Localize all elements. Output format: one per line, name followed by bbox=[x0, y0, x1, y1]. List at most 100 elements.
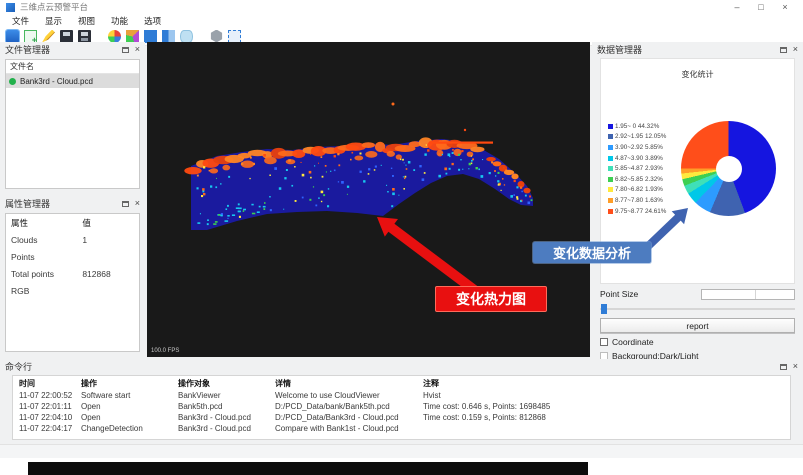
command-log-table: 时间操作操作对象详情注释11-07 22:00:52Software start… bbox=[12, 375, 791, 440]
command-log-row[interactable]: 11-07 22:04:10OpenBank3rd - Cloud.pcdD:/… bbox=[13, 412, 790, 423]
file-manager-title: 文件管理器 bbox=[5, 43, 50, 56]
legend-swatch bbox=[608, 145, 613, 150]
cube-split-icon[interactable] bbox=[162, 30, 175, 43]
command-cell: BankViewer bbox=[178, 391, 275, 400]
dock-close-icon[interactable]: × bbox=[135, 45, 140, 54]
property-column-header: 值 bbox=[82, 217, 134, 229]
command-cell: ChangeDetection bbox=[81, 424, 178, 433]
checkbox-box[interactable] bbox=[600, 338, 608, 346]
snapshot-all-icon[interactable] bbox=[78, 30, 91, 43]
property-cell: Total points bbox=[11, 269, 82, 279]
close-button[interactable]: × bbox=[773, 0, 797, 14]
slider-handle[interactable] bbox=[601, 304, 607, 314]
command-log-row[interactable]: 11-07 22:01:11OpenBank5th.pcdD:/PCD_Data… bbox=[13, 401, 790, 412]
property-cell: 812868 bbox=[82, 269, 134, 279]
legend-swatch bbox=[608, 156, 613, 161]
command-cell: 11-07 22:04:17 bbox=[19, 424, 81, 433]
command-header-row: 时间操作操作对象详情注释 bbox=[13, 376, 790, 390]
bounding-box-icon[interactable] bbox=[228, 30, 241, 43]
point-size-label: Point Size bbox=[600, 289, 638, 299]
open-cloud-icon[interactable] bbox=[6, 30, 19, 43]
menu-item-1[interactable]: 文件 bbox=[4, 15, 37, 27]
command-column-header: 注释 bbox=[423, 378, 790, 389]
property-row: Clouds1 bbox=[6, 231, 139, 248]
menu-item-5[interactable]: 选项 bbox=[136, 15, 169, 27]
cylinder-icon[interactable] bbox=[180, 30, 193, 43]
window-bottom-strip bbox=[0, 444, 803, 458]
command-cell: D:/PCD_Data/Bank3rd - Cloud.pcd bbox=[275, 413, 423, 422]
property-manager-header: 属性管理器 × bbox=[0, 196, 145, 211]
command-cell: Hvist bbox=[423, 391, 790, 400]
legend-item: 5.85~4.87 2.93% bbox=[608, 163, 666, 174]
command-cell: D:/PCD_Data/bank/Bank5th.pcd bbox=[275, 402, 423, 411]
legend-swatch bbox=[608, 209, 613, 214]
command-cell: 11-07 22:00:52 bbox=[19, 391, 81, 400]
file-item-label: Bank3rd - Cloud.pcd bbox=[20, 77, 93, 86]
command-column-header: 操作 bbox=[81, 378, 178, 389]
file-list: Bank3rd - Cloud.pcd bbox=[6, 74, 139, 88]
checkbox-coordinate[interactable]: Coordinate bbox=[600, 336, 654, 347]
command-log-row[interactable]: 11-07 22:00:52Software startBankViewerWe… bbox=[13, 390, 790, 401]
screenshot-root: 三维点云预警平台 – □ × 文件显示视图功能选项 文件管理器 × 文件名 Ba… bbox=[0, 0, 803, 475]
file-tree-column-header: 文件名 bbox=[6, 60, 139, 74]
dock-float-icon[interactable] bbox=[122, 201, 129, 207]
command-line-header: 命令行 × bbox=[0, 359, 803, 374]
legend-label: 3.90~2.92 5.85% bbox=[615, 144, 663, 151]
command-cell: Bank5th.pcd bbox=[178, 402, 275, 411]
dock-close-icon[interactable]: × bbox=[793, 45, 798, 54]
report-button[interactable]: report bbox=[600, 318, 795, 333]
color-render-icon[interactable] bbox=[108, 30, 121, 43]
dock-float-icon[interactable] bbox=[122, 47, 129, 53]
property-row: Total points812868 bbox=[6, 265, 139, 282]
command-cell: Open bbox=[81, 413, 178, 422]
legend-label: 2.92~1.95 12.05% bbox=[615, 133, 666, 140]
minimize-button[interactable]: – bbox=[725, 0, 749, 14]
command-column-header: 详情 bbox=[275, 378, 423, 389]
snapshot-icon[interactable] bbox=[60, 30, 73, 43]
file-manager-header: 文件管理器 × bbox=[0, 42, 145, 57]
window-title: 三维点云预警平台 bbox=[20, 1, 88, 13]
dock-close-icon[interactable]: × bbox=[793, 362, 798, 371]
property-table: 属性值Clouds1PointsTotal points812868RGB bbox=[5, 213, 140, 352]
point-size-row: Point Size bbox=[600, 288, 795, 300]
property-row: Points bbox=[6, 248, 139, 265]
command-cell: Time cost: 0.646 s, Points: 1698485 bbox=[423, 402, 790, 411]
mesh-icon[interactable] bbox=[210, 30, 223, 43]
property-manager-panel: 属性管理器 × 属性值Clouds1PointsTotal points8128… bbox=[0, 196, 145, 357]
legend-item: 1.95~ 0 44.32% bbox=[608, 121, 666, 132]
property-row: RGB bbox=[6, 282, 139, 299]
point-size-spinbox[interactable] bbox=[701, 289, 795, 300]
command-cell: Software start bbox=[81, 391, 178, 400]
dock-float-icon[interactable] bbox=[780, 47, 787, 53]
command-line-panel: 命令行 × 时间操作操作对象详情注释11-07 22:00:52Software… bbox=[0, 359, 803, 444]
edit-icon[interactable] bbox=[42, 30, 55, 43]
command-cell: Welcome to use CloudViewer bbox=[275, 391, 423, 400]
legend-swatch bbox=[608, 134, 613, 139]
dock-float-icon[interactable] bbox=[780, 364, 787, 370]
data-analysis-annotation-label: 变化数据分析 bbox=[533, 242, 651, 263]
3d-viewport[interactable]: 变化热力图 100.0 FPS bbox=[147, 42, 590, 357]
titlebar: 三维点云预警平台 – □ × bbox=[0, 0, 803, 14]
legend-label: 4.87~3.90 3.89% bbox=[615, 155, 663, 162]
command-cell: Open bbox=[81, 402, 178, 411]
dock-close-icon[interactable]: × bbox=[135, 199, 140, 208]
command-cell: Bank3rd - Cloud.pcd bbox=[178, 413, 275, 422]
legend-label: 5.85~4.87 2.93% bbox=[615, 165, 663, 172]
command-cell: Bank3rd - Cloud.pcd bbox=[178, 424, 275, 433]
file-tree-item[interactable]: Bank3rd - Cloud.pcd bbox=[6, 74, 139, 88]
command-column-header: 时间 bbox=[19, 378, 81, 389]
add-cloud-icon[interactable] bbox=[24, 30, 37, 43]
menu-item-2[interactable]: 显示 bbox=[37, 15, 70, 27]
maximize-button[interactable]: □ bbox=[749, 0, 773, 14]
file-manager-panel: 文件管理器 × 文件名 Bank3rd - Cloud.pcd bbox=[0, 42, 145, 194]
cube-solid-icon[interactable] bbox=[144, 30, 157, 43]
menu-item-3[interactable]: 视图 bbox=[70, 15, 103, 27]
point-size-slider[interactable] bbox=[600, 303, 795, 315]
legend-item: 3.90~2.92 5.85% bbox=[608, 142, 666, 153]
command-log-row[interactable]: 11-07 22:04:17ChangeDetectionBank3rd - C… bbox=[13, 423, 790, 434]
legend-label: 1.95~ 0 44.32% bbox=[615, 123, 659, 130]
menu-item-4[interactable]: 功能 bbox=[103, 15, 136, 27]
legend-swatch bbox=[608, 198, 613, 203]
cube-color-icon[interactable] bbox=[126, 30, 139, 43]
command-cell: 11-07 22:01:11 bbox=[19, 402, 81, 411]
